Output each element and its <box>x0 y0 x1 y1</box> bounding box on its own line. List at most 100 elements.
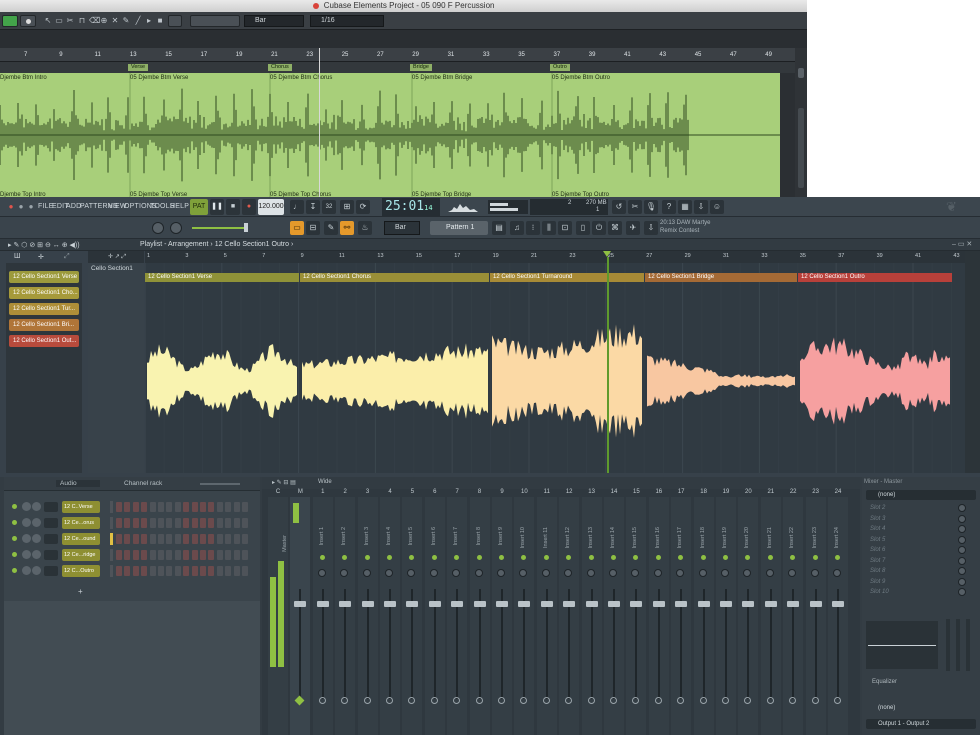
step-button[interactable] <box>141 502 148 512</box>
step-button[interactable] <box>233 518 240 528</box>
mixer-insert-strip[interactable]: Insert 15 <box>626 497 647 735</box>
playlist-clip[interactable]: 12 Cello Section1 Outro <box>798 273 952 282</box>
insert-route-icon[interactable] <box>654 697 662 704</box>
insert-pan-knob[interactable] <box>653 569 662 577</box>
mixer-master-strip[interactable] <box>268 497 288 735</box>
step-button[interactable] <box>158 534 164 544</box>
effect-slot[interactable]: Slot 10 <box>870 589 889 595</box>
play-tool-icon[interactable]: ▸ <box>145 16 153 26</box>
slot-mix-knob[interactable] <box>958 577 966 586</box>
insert-pan-knob[interactable] <box>810 569 819 577</box>
step-button[interactable] <box>174 502 181 512</box>
step-button[interactable] <box>166 502 173 512</box>
step-button[interactable] <box>166 566 173 576</box>
slot-mix-knob[interactable] <box>958 556 966 565</box>
erase-tool-icon[interactable]: ⌫ <box>89 16 100 26</box>
step-button[interactable] <box>208 518 215 528</box>
link-icon[interactable]: ⚯ <box>340 221 354 235</box>
insert-route-icon[interactable] <box>789 697 797 704</box>
effect-slot[interactable]: Slot 7 <box>870 558 885 564</box>
step-button[interactable] <box>158 518 164 528</box>
eq-sliders[interactable] <box>944 619 974 671</box>
step-button[interactable] <box>191 534 198 544</box>
insert-pan-knob[interactable] <box>788 569 797 577</box>
mixer-insert-strip[interactable]: Insert 9 <box>492 497 512 735</box>
channel-name-button[interactable]: 12 C...Outro <box>62 565 100 577</box>
step-button[interactable] <box>124 518 131 528</box>
insert-fader-handle[interactable] <box>361 601 374 607</box>
zoom-tool-icon[interactable]: ⊕ <box>100 16 108 26</box>
insert-led-icon[interactable] <box>588 555 594 560</box>
insert-fader-handle[interactable] <box>697 601 710 607</box>
channel-pan-knob[interactable] <box>22 502 31 511</box>
step-button[interactable] <box>208 566 215 576</box>
step-button[interactable] <box>141 534 148 544</box>
marker-outro[interactable]: Outro <box>550 64 570 71</box>
insert-fader-handle[interactable] <box>585 601 598 607</box>
mixer-insert-strip[interactable]: Insert 7 <box>447 497 468 735</box>
insert-route-icon[interactable] <box>430 697 438 704</box>
playlist-clip[interactable]: 12 Cello Section1 Chorus <box>300 273 489 282</box>
channel-volume-knob[interactable] <box>32 502 41 511</box>
insert-route-icon[interactable] <box>811 697 819 704</box>
insert-fader-handle[interactable] <box>832 601 844 607</box>
master-volume-slider[interactable] <box>192 227 246 229</box>
step-button[interactable] <box>183 566 190 576</box>
insert-led-icon[interactable] <box>364 555 370 560</box>
mixer-master-strip[interactable]: Master <box>282 497 311 735</box>
insert-led-icon[interactable] <box>678 555 684 560</box>
channel-name-button[interactable]: 12 Ce...orus <box>62 517 100 529</box>
insert-pan-knob[interactable] <box>317 569 326 577</box>
step-button[interactable] <box>233 502 240 512</box>
insert-led-icon[interactable] <box>521 555 527 560</box>
marker-chorus[interactable]: Chorus <box>268 64 292 71</box>
channel-mixer-track[interactable] <box>44 534 58 544</box>
track-header[interactable]: Cello Section1 <box>88 263 144 473</box>
channel-select-indicator[interactable] <box>110 549 113 561</box>
step-button[interactable] <box>225 566 232 576</box>
insert-fader-handle[interactable] <box>764 601 777 607</box>
output-none[interactable]: (none) <box>866 703 976 713</box>
mixer-insert-strip[interactable]: Insert 8 <box>469 497 490 735</box>
step-button[interactable] <box>183 502 190 512</box>
channel-row[interactable]: 12 Ce...orus <box>8 517 258 529</box>
channel-led-icon[interactable] <box>12 552 17 557</box>
step-button[interactable] <box>200 518 206 528</box>
mixer-insert-strip[interactable]: Insert 2 <box>335 497 356 735</box>
insert-led-icon[interactable] <box>566 555 572 560</box>
mixer-insert-strip[interactable]: Insert 12 <box>559 497 580 735</box>
insert-pan-knob[interactable] <box>407 569 416 577</box>
channel-volume-knob[interactable] <box>32 518 41 527</box>
insert-led-icon[interactable] <box>723 555 728 560</box>
channel-row[interactable]: 12 Ce...ridge <box>8 549 258 561</box>
insert-led-icon[interactable] <box>319 555 325 560</box>
insert-route-icon[interactable] <box>699 697 707 704</box>
step-button[interactable] <box>216 518 223 528</box>
playlist-clip[interactable]: 12 Cello Section1 Bridge <box>645 273 797 282</box>
insert-fader-handle[interactable] <box>742 601 755 607</box>
undo-icon[interactable]: ↺ <box>612 200 626 214</box>
insert-route-icon[interactable] <box>766 697 774 704</box>
slot-mix-knob[interactable] <box>958 525 966 533</box>
step-button[interactable] <box>216 534 223 544</box>
plugin-icon[interactable]: ⏻ <box>592 221 606 235</box>
countdown-icon[interactable]: 32 <box>322 200 336 214</box>
render-icon[interactable]: ⇩ <box>694 200 708 214</box>
pointer-tool-icon[interactable]: ↖ <box>44 16 52 26</box>
insert-pan-knob[interactable] <box>474 569 483 577</box>
pattern-selector[interactable]: Pattern 1 <box>430 221 488 235</box>
step-button[interactable] <box>116 502 122 512</box>
channel-mixer-track[interactable] <box>44 518 58 528</box>
step-button[interactable] <box>158 566 164 576</box>
tempo-display[interactable]: 120.000 <box>258 199 284 215</box>
step-button[interactable] <box>141 518 148 528</box>
insert-route-icon[interactable] <box>632 697 640 704</box>
step-button[interactable] <box>141 566 148 576</box>
step-button[interactable] <box>116 534 122 544</box>
effect-slot[interactable]: Slot 4 <box>870 526 885 532</box>
close-dot-icon[interactable] <box>312 3 319 9</box>
step-button[interactable] <box>183 550 190 560</box>
insert-fader-handle[interactable] <box>563 601 576 607</box>
insert-pan-knob[interactable] <box>743 569 752 577</box>
quantize-value-select[interactable]: 1/16 <box>310 15 384 27</box>
